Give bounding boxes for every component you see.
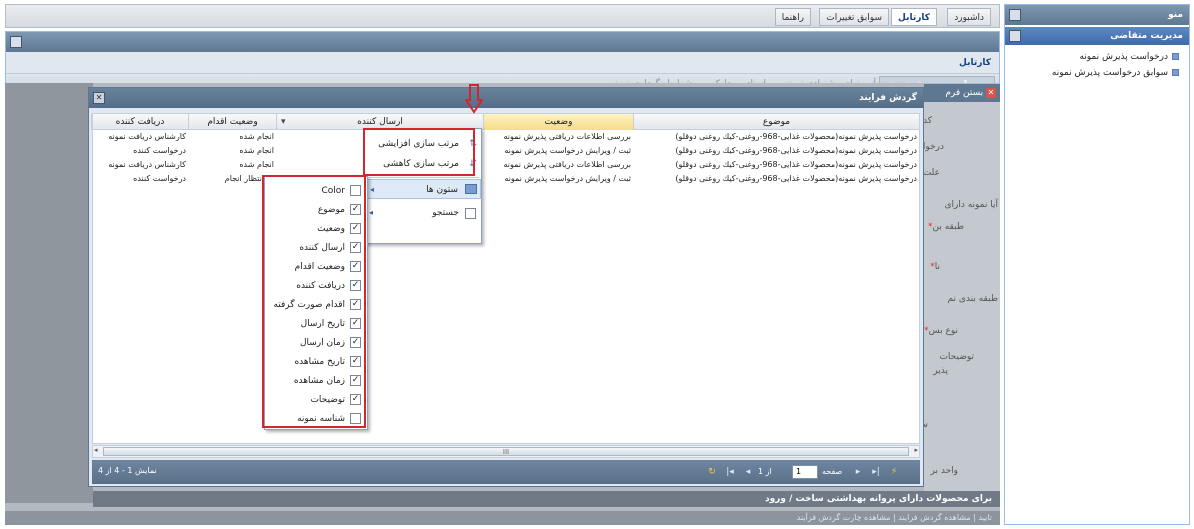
columns-icon	[465, 184, 477, 194]
menu-divider	[367, 177, 479, 178]
cell-receiver: کارشناس دریافت نمونه	[108, 132, 186, 141]
side-menu-panel: منو مدیریت متقاضی درخواست پذیرش نمونه سو…	[1004, 4, 1190, 525]
page-of-label: از 1	[758, 467, 772, 476]
column-header-action-status[interactable]: وضعیت اقدام	[188, 114, 276, 130]
cell-subject: درخواست پذیرش نمونه(محصولات غذایی-968-رو…	[675, 160, 917, 169]
first-page-icon[interactable]: |◂	[724, 466, 736, 478]
form-label: طبقه بندی نم	[947, 294, 998, 304]
cell-receiver: درخواست کننده	[133, 174, 186, 183]
lightning-icon[interactable]: ⚡	[888, 466, 900, 478]
tab-change-history[interactable]: سوابق تغییرات	[819, 8, 889, 26]
submenu-arrow-icon: ◂	[370, 185, 375, 194]
column-header-receiver[interactable]: دریافت کننده	[91, 114, 188, 130]
cell-receiver: کارشناس دریافت نمونه	[108, 160, 186, 169]
grid-body: درخواست پذیرش نمونه(محصولات غذایی-968-رو…	[92, 130, 920, 444]
dropdown-arrow-icon[interactable]: ▾	[281, 114, 286, 130]
table-row[interactable]: درخواست پذیرش نمونه(محصولات غذایی-968-رو…	[93, 158, 919, 172]
refresh-icon[interactable]: ↻	[706, 466, 718, 478]
top-tab-bar: داشبورد کارتابل سوابق تغییرات راهنما	[5, 4, 1000, 28]
footer-actions-bar[interactable]: تایید | مشاهده گردش فرایند | مشاهده چارت…	[5, 511, 1000, 525]
horizontal-scrollbar[interactable]: ◂ III ▸	[92, 445, 920, 458]
column-header-status[interactable]: وضعیت	[483, 114, 633, 130]
page-icon	[1172, 53, 1179, 60]
footer-info-bar: برای محصولات دارای پروانه بهداشتی ساخت /…	[93, 491, 1000, 507]
menu-group-title: مدیریت متقاضی	[1110, 31, 1183, 41]
page-title: کارتابل	[6, 52, 999, 74]
cell-receiver: درخواست کننده	[133, 146, 186, 155]
menu-group-header[interactable]: مدیریت متقاضی	[1005, 27, 1189, 45]
cell-status: ثبت / ویرایش درخواست پذیرش نمونه	[504, 146, 631, 155]
annotation-arrow-icon	[465, 84, 483, 114]
form-label: پذیر	[933, 366, 948, 376]
table-row[interactable]: درخواست پذیرش نمونه(محصولات غذایی-968-رو…	[93, 130, 919, 144]
scroll-right-icon[interactable]: ▸	[914, 446, 918, 454]
page-input[interactable]: 1	[792, 465, 818, 479]
table-row[interactable]: درخواست پذیرش نمونه(محصولات غذایی-968-رو…	[93, 172, 919, 186]
cell-subject: درخواست پذیرش نمونه(محصولات غذایی-968-رو…	[675, 146, 917, 155]
column-header-sender-label: ارسال کننده	[357, 117, 403, 127]
menu-title: منو	[1168, 10, 1183, 20]
collapse-icon[interactable]	[1009, 9, 1021, 21]
form-label: درخوا	[922, 142, 944, 152]
submenu-arrow-icon: ◂	[369, 208, 374, 217]
form-fields-column: کد درخوا *علت آیا نمونه دارای *طبقه بن *…	[917, 102, 1000, 492]
collapse-icon[interactable]	[1009, 30, 1021, 42]
close-form-label: بستن فرم	[945, 88, 984, 98]
page-label: صفحه	[822, 467, 843, 476]
grid-header: موضوع وضعیت ارسال کننده ▾ وضعیت اقدام در…	[91, 113, 920, 130]
next-page-icon[interactable]: ▸	[852, 466, 864, 478]
menu-header: منو	[1005, 5, 1189, 25]
cell-subject: درخواست پذیرش نمونه(محصولات غذایی-968-رو…	[675, 174, 917, 183]
form-label: کد	[922, 116, 932, 126]
search-checkbox[interactable]	[465, 208, 476, 219]
form-label: *طبقه بن	[928, 222, 964, 232]
window-header: گردش فرایند ✕	[89, 88, 923, 108]
last-page-icon[interactable]: ▸|	[870, 466, 882, 478]
form-label: توضیحات	[939, 352, 974, 362]
tab-dashboard[interactable]: داشبورد	[947, 8, 991, 26]
column-header-subject[interactable]: موضوع	[633, 114, 919, 130]
window-title: گردش فرایند	[859, 93, 917, 103]
form-label: *نا	[930, 262, 940, 272]
close-window-icon[interactable]: ✕	[93, 92, 105, 104]
form-label: واحد بر	[930, 466, 958, 476]
menu-item-sample-history[interactable]: سوابق درخواست پذیرش نمونه	[1052, 65, 1179, 81]
form-label: آیا نمونه دارای	[944, 200, 998, 210]
close-form-bar[interactable]: ✕ بستن فرم	[924, 84, 1000, 102]
menu-item-sample-request[interactable]: درخواست پذیرش نمونه	[1079, 49, 1179, 65]
form-left-strip	[5, 83, 93, 503]
cell-status: بررسی اطلاعات دریافتی پذیرش نمونه	[503, 160, 631, 169]
scroll-left-icon[interactable]: ◂	[94, 446, 98, 454]
display-info: نمایش 1 - 4 از 4	[98, 466, 157, 475]
menu-search[interactable]: جستجو ◂	[365, 203, 481, 223]
paging-toolbar: نمایش 1 - 4 از 4 ↻ |◂ ◂ از 1 1 صفحه ▸ ▸|…	[92, 460, 920, 484]
cell-action-status: انجام شده	[239, 132, 274, 141]
page-icon	[1172, 69, 1179, 76]
process-flow-window: گردش فرایند ✕ موضوع وضعیت ارسال کننده ▾ …	[88, 87, 924, 487]
cell-status: ثبت / ویرایش درخواست پذیرش نمونه	[504, 174, 631, 183]
highlight-box-sort	[363, 128, 475, 176]
cell-subject: درخواست پذیرش نمونه(محصولات غذایی-968-رو…	[675, 132, 917, 141]
collapse-icon[interactable]	[10, 36, 22, 48]
tab-cartable[interactable]: کارتابل	[891, 8, 937, 26]
cell-action-status: انجام شده	[239, 146, 274, 155]
close-icon[interactable]: ✕	[986, 88, 996, 98]
table-row[interactable]: درخواست پذیرش نمونه(محصولات غذایی-968-رو…	[93, 144, 919, 158]
form-label: *نوع بس	[924, 326, 958, 336]
scrollbar-thumb[interactable]: III	[103, 447, 909, 456]
tab-help[interactable]: راهنما	[774, 8, 811, 26]
menu-columns[interactable]: ستون ها ◂	[365, 179, 481, 199]
prev-page-icon[interactable]: ◂	[742, 466, 754, 478]
main-top-header	[6, 32, 999, 52]
highlight-box-columns	[262, 175, 366, 428]
cell-status: بررسی اطلاعات دریافتی پذیرش نمونه	[503, 132, 631, 141]
cell-action-status: انجام شده	[239, 160, 274, 169]
